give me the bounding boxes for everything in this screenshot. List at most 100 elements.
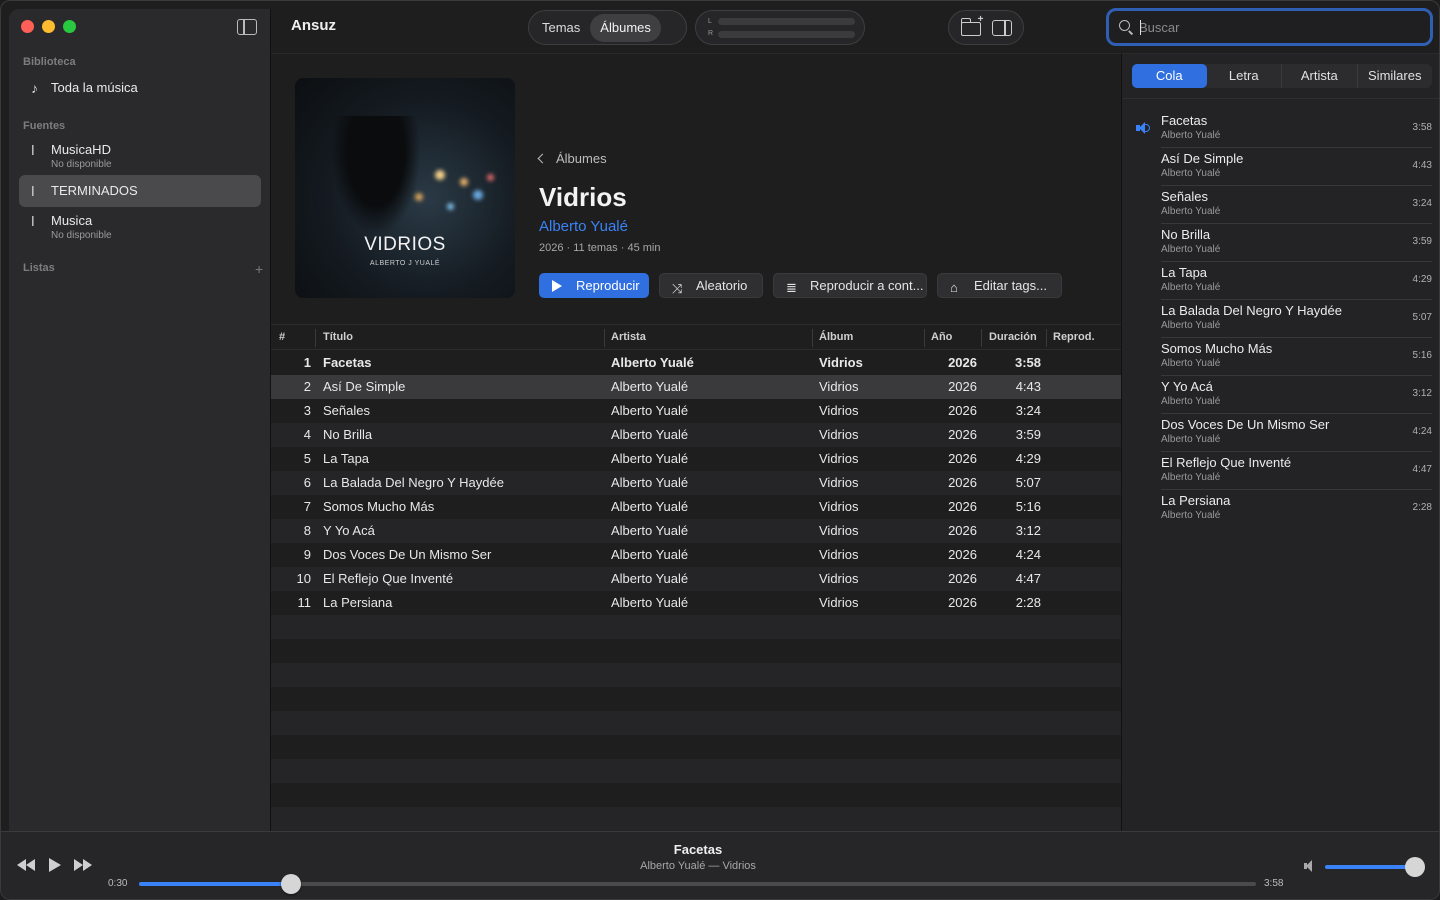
tab-artista[interactable]: Artista [1282, 64, 1358, 88]
meter-left-bar [718, 18, 855, 25]
column-number[interactable]: # [279, 331, 285, 343]
queue-item[interactable]: Dos Voces De Un Mismo Ser Alberto Yualé … [1122, 414, 1439, 452]
queue-item[interactable]: No Brilla Alberto Yualé 3:59 [1122, 224, 1439, 262]
shuffle-button[interactable]: ⤨ Aleatorio [659, 273, 763, 298]
column-title[interactable]: Título [323, 331, 353, 343]
album-meta: 2026 · 11 temas · 45 min [539, 242, 661, 254]
queue-item[interactable]: El Reflejo Que Inventé Alberto Yualé 4:4… [1122, 452, 1439, 490]
cell-artist: Alberto Yualé [611, 427, 689, 442]
table-row[interactable]: 2 Así De Simple Alberto Yualé Vidrios 20… [271, 375, 1121, 399]
cell-number: 10 [296, 571, 311, 586]
minimize-window-button[interactable] [42, 20, 55, 33]
queue-item-duration: 3:24 [1412, 198, 1432, 209]
add-folder-button[interactable] [958, 14, 984, 39]
cell-year: 2026 [948, 355, 977, 370]
table-row[interactable]: 8 Y Yo Acá Alberto Yualé Vidrios 2026 3:… [271, 519, 1121, 543]
cell-title: La Balada Del Negro Y Haydée [323, 475, 504, 490]
queue-item[interactable]: Así De Simple Alberto Yualé 4:43 [1122, 148, 1439, 186]
table-row[interactable]: 4 No Brilla Alberto Yualé Vidrios 2026 3… [271, 423, 1121, 447]
column-separator [604, 329, 605, 347]
column-year[interactable]: Año [931, 331, 952, 343]
cell-duration: 4:24 [1015, 547, 1041, 562]
queue-item[interactable]: Facetas Alberto Yualé 3:58 [1122, 110, 1439, 148]
album-artist-link[interactable]: Alberto Yualé [539, 218, 628, 235]
queue-item[interactable]: La Balada Del Negro Y Haydée Alberto Yua… [1122, 300, 1439, 338]
cell-title: Facetas [323, 355, 372, 370]
queue-item-title: Señales [1161, 189, 1208, 204]
shuffle-button-label: Aleatorio [696, 278, 748, 293]
cell-album: Vidrios [819, 547, 859, 562]
cell-album: Vidrios [819, 403, 859, 418]
table-row[interactable]: 10 El Reflejo Que Inventé Alberto Yualé … [271, 567, 1121, 591]
cover-light [435, 170, 445, 180]
zoom-window-button[interactable] [63, 20, 76, 33]
play-button-label: Reproducir [576, 278, 640, 293]
cell-album: Vidrios [819, 379, 859, 394]
player-bar: Facetas Alberto Yualé — Vidrios 0:30 3:5… [1, 831, 1439, 899]
cell-number: 4 [303, 427, 311, 442]
source-status: No disponible [51, 230, 112, 241]
cell-artist: Alberto Yualé [611, 355, 694, 370]
column-plays[interactable]: Reprod. [1053, 331, 1095, 343]
volume-icon[interactable] [1304, 860, 1316, 872]
table-row[interactable]: 6 La Balada Del Negro Y Haydée Alberto Y… [271, 471, 1121, 495]
right-panel: Cola Letra Artista Similares Facetas Alb… [1121, 53, 1439, 831]
volume-knob[interactable] [1405, 857, 1425, 877]
queue-item-duration: 5:07 [1412, 312, 1432, 323]
volume-slider[interactable] [1325, 857, 1425, 877]
table-row[interactable]: 3 Señales Alberto Yualé Vidrios 2026 3:2… [271, 399, 1121, 423]
table-row[interactable]: 7 Somos Mucho Más Alberto Yualé Vidrios … [271, 495, 1121, 519]
cell-album: Vidrios [819, 571, 859, 586]
sidebar-item-terminados[interactable]: ǀ TERMINADOS [19, 175, 261, 207]
cell-year: 2026 [948, 523, 977, 538]
cell-artist: Alberto Yualé [611, 499, 689, 514]
add-list-button[interactable]: + [255, 261, 263, 277]
queue-item-duration: 3:12 [1412, 388, 1432, 399]
column-duration[interactable]: Duración [989, 331, 1037, 343]
play-button[interactable]: Reproducir [539, 273, 649, 298]
right-panel-tabs: Cola Letra Artista Similares [1132, 64, 1432, 88]
sidebar-item-musicahd[interactable]: ǀ MusicaHD No disponible [19, 141, 261, 173]
queue-item[interactable]: La Tapa Alberto Yualé 4:29 [1122, 262, 1439, 300]
back-to-albums-link[interactable]: Álbumes [537, 151, 607, 166]
table-row[interactable]: 5 La Tapa Alberto Yualé Vidrios 2026 4:2… [271, 447, 1121, 471]
cell-title: Así De Simple [323, 379, 406, 394]
progress-slider[interactable] [139, 874, 1256, 894]
search-input[interactable] [1139, 16, 1419, 38]
queue-item[interactable]: Señales Alberto Yualé 3:24 [1122, 186, 1439, 224]
column-artist[interactable]: Artista [611, 331, 646, 343]
table-row[interactable]: 9 Dos Voces De Un Mismo Ser Alberto Yual… [271, 543, 1121, 567]
back-label: Álbumes [556, 151, 607, 166]
empty-row [271, 783, 1121, 807]
sidebar-toggle-icon[interactable] [237, 19, 257, 35]
queue-item-title: Así De Simple [1161, 151, 1244, 166]
folder-add-icon [960, 14, 983, 36]
tab-temas[interactable]: Temas [532, 14, 590, 42]
queue-list: Facetas Alberto Yualé 3:58 Así De Simple… [1122, 110, 1439, 528]
cell-year: 2026 [948, 475, 977, 490]
tab-cola[interactable]: Cola [1132, 64, 1207, 88]
cell-year: 2026 [948, 451, 977, 466]
table-row[interactable]: 11 La Persiana Alberto Yualé Vidrios 202… [271, 591, 1121, 615]
queue-item-duration: 4:29 [1412, 274, 1432, 285]
queue-item-duration: 4:43 [1412, 160, 1432, 171]
column-separator [1046, 329, 1047, 347]
tab-albumes[interactable]: Álbumes [590, 13, 661, 42]
sidebar-item-musica[interactable]: ǀ Musica No disponible [19, 212, 261, 244]
tab-letra[interactable]: Letra [1207, 64, 1282, 88]
close-window-button[interactable] [21, 20, 34, 33]
queue-item[interactable]: Somos Mucho Más Alberto Yualé 5:16 [1122, 338, 1439, 376]
sidebar-item-all-music[interactable]: ♪ Toda la música [19, 79, 261, 99]
queue-item[interactable]: La Persiana Alberto Yualé 2:28 [1122, 490, 1439, 528]
play-next-button[interactable]: ≣ Reproducir a cont... [773, 273, 927, 298]
toggle-right-panel-button[interactable] [989, 17, 1015, 39]
tab-similares[interactable]: Similares [1358, 64, 1433, 88]
play-next-button-label: Reproducir a cont... [810, 278, 924, 293]
table-row[interactable]: 1 Facetas Alberto Yualé Vidrios 2026 3:5… [271, 351, 1121, 375]
queue-item-title: Somos Mucho Más [1161, 341, 1273, 356]
edit-tags-button[interactable]: ⌂ Editar tags... [937, 273, 1062, 298]
progress-knob[interactable] [280, 874, 301, 894]
queue-item-artist: Alberto Yualé [1161, 510, 1221, 521]
column-album[interactable]: Álbum [819, 331, 853, 343]
queue-item[interactable]: Y Yo Acá Alberto Yualé 3:12 [1122, 376, 1439, 414]
